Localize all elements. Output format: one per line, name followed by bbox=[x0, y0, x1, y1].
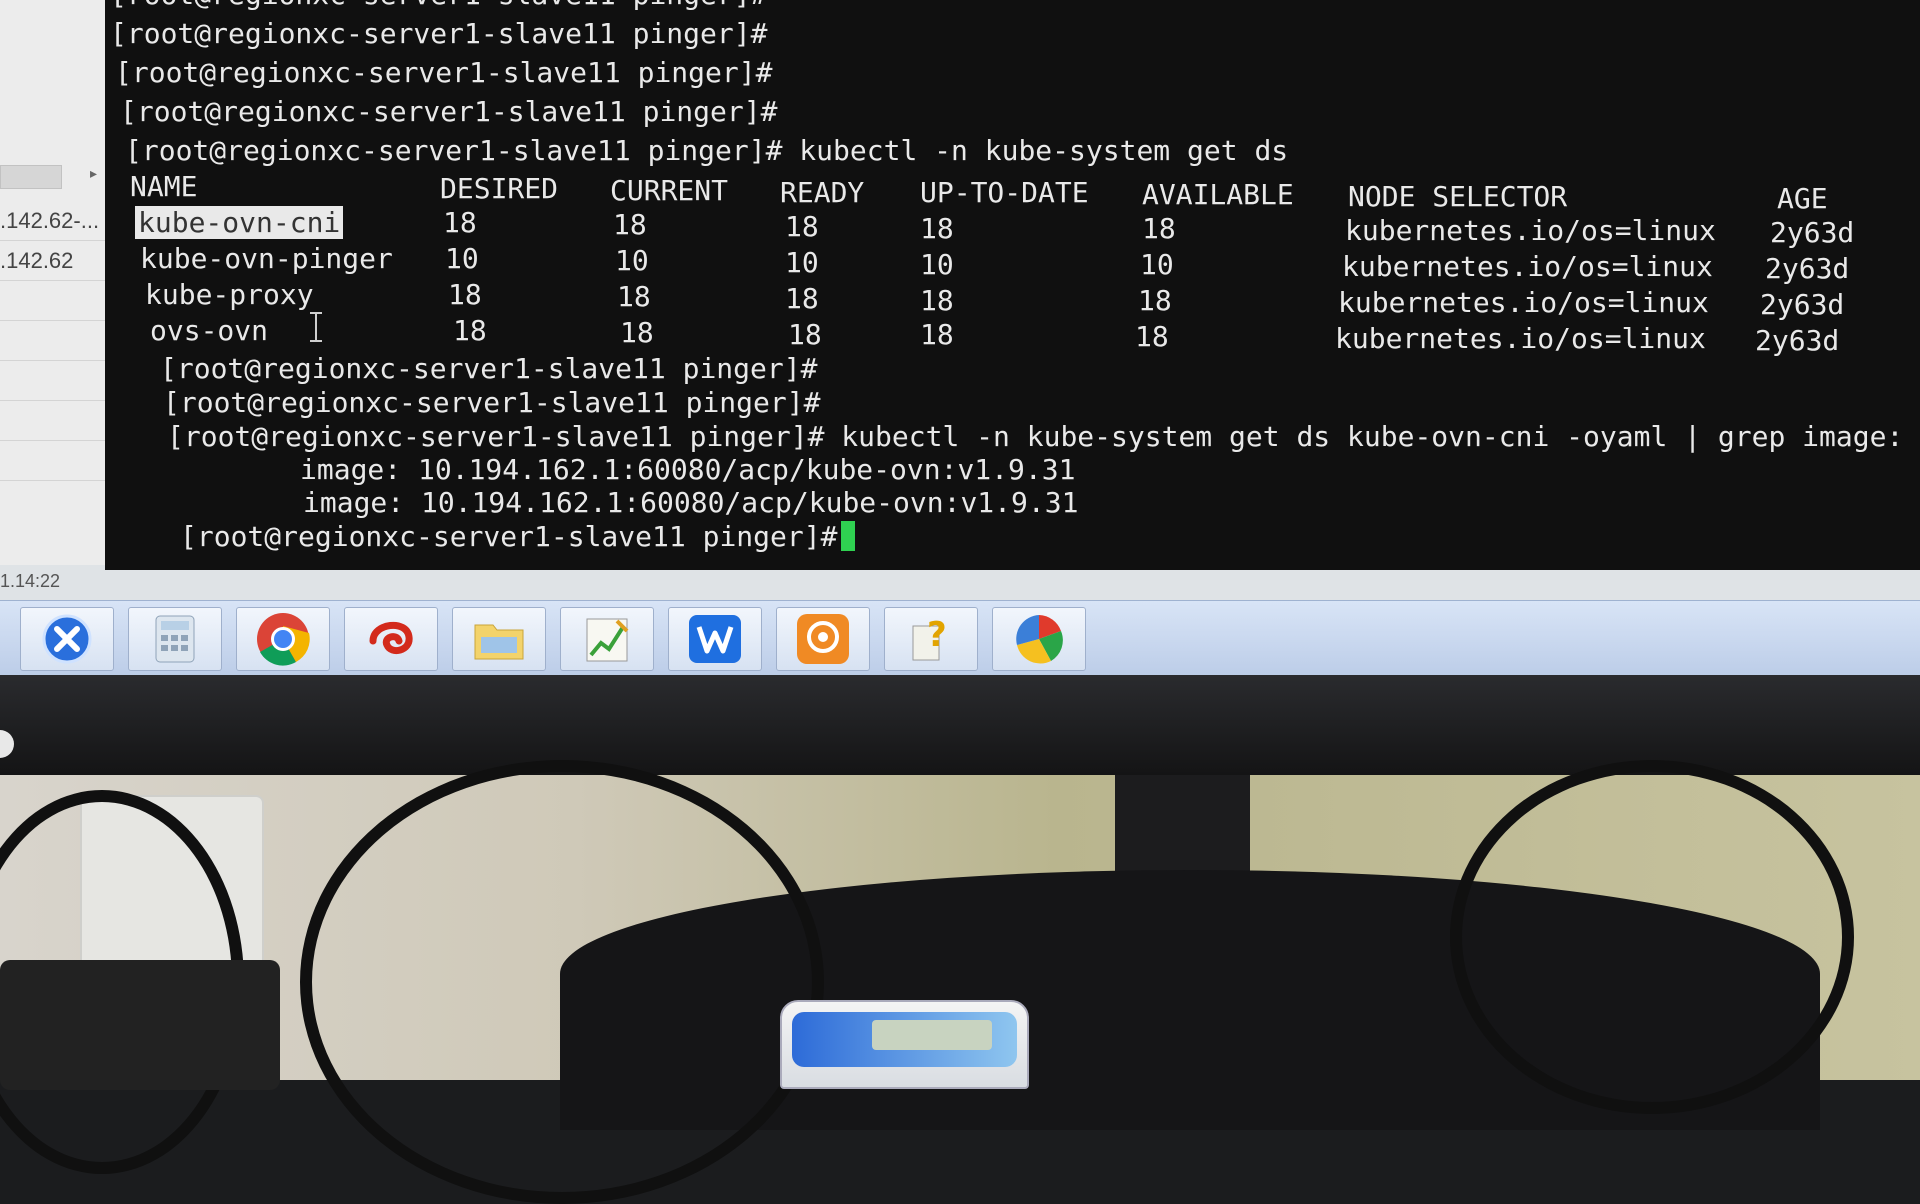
terminal-cursor bbox=[841, 521, 856, 551]
prompt-text: [root@regionxc-server1-slave11 pinger]# bbox=[180, 520, 838, 553]
side-scroll-strip[interactable] bbox=[0, 165, 62, 189]
table-cell: 18 bbox=[617, 280, 651, 313]
table-header-node-selector: NODE SELECTOR bbox=[1348, 180, 1568, 213]
table-cell: 10 bbox=[920, 248, 954, 281]
svg-text:?: ? bbox=[927, 615, 947, 655]
chrome-icon[interactable] bbox=[236, 607, 330, 671]
table-cell: kubernetes.io/os=linux bbox=[1335, 322, 1706, 355]
terminal-line: [root@regionxc-server1-slave11 pinger]# bbox=[163, 386, 821, 419]
table-cell: 18 bbox=[920, 318, 954, 351]
terminal-command: [root@regionxc-server1-slave11 pinger]# … bbox=[125, 134, 1289, 167]
table-cell: 10 bbox=[445, 242, 479, 275]
table-cell: 18 bbox=[788, 318, 822, 351]
table-cell: kubernetes.io/os=linux bbox=[1342, 250, 1713, 283]
table-cell: 18 bbox=[1138, 284, 1172, 317]
wps-writer-icon[interactable] bbox=[668, 607, 762, 671]
table-header-desired: DESIRED bbox=[440, 172, 559, 205]
power-adapter bbox=[0, 960, 280, 1090]
app-x-icon[interactable] bbox=[20, 607, 114, 671]
table-cell: 18 bbox=[920, 212, 954, 245]
selected-text: kube-ovn-cni bbox=[135, 206, 344, 239]
table-cell: 18 bbox=[443, 206, 477, 239]
table-cell: 18 bbox=[1142, 212, 1176, 245]
usb-device bbox=[780, 1000, 1029, 1089]
table-cell: kubernetes.io/os=linux bbox=[1345, 214, 1716, 247]
table-cell: 18 bbox=[920, 284, 954, 317]
taskbar: ? bbox=[0, 600, 1920, 676]
text-cursor-ibeam-icon bbox=[310, 312, 322, 342]
table-cell: 18 bbox=[453, 314, 487, 347]
terminal-window[interactable]: [root@regionxc-server1-slave11 pinger]# … bbox=[105, 0, 1920, 570]
table-cell-name: ovs-ovn bbox=[150, 314, 269, 347]
terminal-line: [root@regionxc-server1-slave11 pinger]# bbox=[110, 17, 768, 50]
table-cell: 10 bbox=[785, 246, 819, 279]
cable bbox=[1450, 760, 1854, 1114]
table-header-name: NAME bbox=[130, 170, 198, 203]
terminal-prompt[interactable]: [root@regionxc-server1-slave11 pinger]# bbox=[180, 520, 856, 554]
table-cell: 18 bbox=[620, 316, 654, 349]
table-cell-name: kube-proxy bbox=[145, 278, 314, 311]
table-header-ready: READY bbox=[780, 176, 865, 209]
table-cell: 18 bbox=[448, 278, 482, 311]
table-cell: 18 bbox=[1135, 320, 1169, 353]
chart-notepad-icon[interactable] bbox=[560, 607, 654, 671]
table-cell: 18 bbox=[785, 210, 819, 243]
side-list-item[interactable]: .142.62-... bbox=[0, 208, 99, 234]
table-cell: 2y63d bbox=[1755, 324, 1840, 357]
terminal-output: image: 10.194.162.1:60080/acp/kube-ovn:v… bbox=[303, 486, 1079, 519]
table-cell-name[interactable]: kube-ovn-cni bbox=[135, 206, 344, 240]
terminal-line: [root@regionxc-server1-slave11 pinger]# bbox=[115, 56, 773, 89]
red-swirl-app-icon[interactable] bbox=[344, 607, 438, 671]
table-cell: 2y63d bbox=[1765, 252, 1850, 285]
table-header-available: AVAILABLE bbox=[1142, 178, 1294, 211]
cable bbox=[300, 760, 824, 1204]
side-list-item[interactable]: .142.62 bbox=[0, 248, 73, 274]
terminal-command: [root@regionxc-server1-slave11 pinger]# … bbox=[167, 420, 1904, 453]
clock-text: 1.14:22 bbox=[0, 571, 61, 591]
terminal-line: [root@regionxc-server1-slave11 pinger]# bbox=[120, 95, 778, 128]
table-cell: 2y63d bbox=[1770, 216, 1855, 249]
table-header-age: AGE bbox=[1777, 182, 1828, 215]
table-cell: 18 bbox=[613, 208, 647, 241]
terminal-line: [root@regionxc-server1-slave11 pinger]# bbox=[110, 0, 767, 12]
orange-app-icon[interactable] bbox=[776, 607, 870, 671]
table-cell: 18 bbox=[785, 282, 819, 315]
expand-arrow-icon[interactable]: ▸ bbox=[90, 166, 97, 182]
monitor-screen: ▸ .142.62-... .142.62 [root@regionxc-ser… bbox=[0, 0, 1920, 690]
table-header-current: CURRENT bbox=[610, 174, 729, 207]
table-cell-name: kube-ovn-pinger bbox=[140, 242, 393, 275]
terminal-output: image: 10.194.162.1:60080/acp/kube-ovn:v… bbox=[300, 453, 1076, 486]
calculator-icon[interactable] bbox=[128, 607, 222, 671]
table-header-up-to-date: UP-TO-DATE bbox=[920, 176, 1089, 209]
pie-chart-app-icon[interactable] bbox=[992, 607, 1086, 671]
table-cell: kubernetes.io/os=linux bbox=[1338, 286, 1709, 319]
usb-device-screen bbox=[872, 1020, 992, 1050]
terminal-line: [root@regionxc-server1-slave11 pinger]# bbox=[160, 352, 818, 385]
table-cell: 10 bbox=[1140, 248, 1174, 281]
table-cell: 10 bbox=[615, 244, 649, 277]
help-icon[interactable]: ? bbox=[884, 607, 978, 671]
file-explorer-icon[interactable] bbox=[452, 607, 546, 671]
table-cell: 2y63d bbox=[1760, 288, 1845, 321]
